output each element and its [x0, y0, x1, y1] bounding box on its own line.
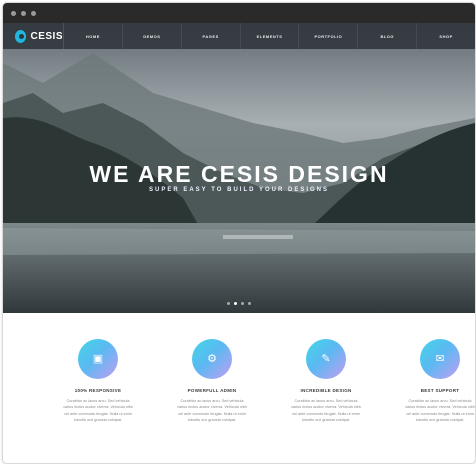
slider-dot[interactable] — [248, 302, 251, 305]
nav-item-portfolio[interactable]: PORTFOLIO — [298, 23, 357, 49]
slider-pagination — [3, 302, 475, 305]
nav-item-home[interactable]: HOME — [63, 23, 122, 49]
logo-icon — [15, 29, 27, 43]
window-dot-close[interactable] — [11, 10, 16, 16]
nav-menu: HOME DEMOS PAGES ELEMENTS PORTFOLIO BLOG… — [63, 23, 475, 49]
hero-slider: WE ARE CESIS DESIGN SUPER EASY TO BUILD … — [3, 23, 475, 313]
logo-text: CESIS — [30, 30, 63, 42]
gear-icon: ⚙ — [207, 352, 217, 365]
feature-icon-circle: ⚙ — [192, 339, 232, 379]
feature-title: POWERFULL ADMIN — [187, 388, 237, 393]
nav-item-demos[interactable]: DEMOS — [121, 23, 181, 49]
feature-icon-circle: ✎ — [306, 339, 346, 379]
hero-subtitle: SUPER EASY TO BUILD YOUR DESIGNS — [148, 187, 330, 193]
logo[interactable]: CESIS — [3, 23, 63, 49]
window-dot-maximize[interactable] — [31, 10, 36, 16]
hero-title: WE ARE CESIS DESIGN — [89, 161, 389, 187]
feature-title: 100% RESPONSIVE — [74, 388, 122, 393]
nav-item-shop[interactable]: SHOP — [416, 23, 475, 49]
nav-item-pages[interactable]: PAGES — [180, 23, 240, 49]
feature-icon-circle: ✉ — [420, 339, 460, 379]
slider-dot[interactable] — [241, 302, 244, 305]
design-icon: ✎ — [321, 352, 331, 365]
features-section: ▣ 100% RESPONSIVE Curabitur ac lacus arc… — [3, 321, 475, 424]
feature-card: ⚙ POWERFULL ADMIN Curabitur ac lacus arc… — [175, 321, 249, 424]
slider-dot-active[interactable] — [234, 302, 237, 305]
feature-text: Curabitur ac lacus arcu. Sed vehicula va… — [177, 399, 247, 423]
feature-card: ✎ INCREDIBLE DESIGN Curabitur ac lacus a… — [289, 321, 363, 424]
nav-item-blog[interactable]: BLOG — [357, 23, 416, 49]
feature-text: Curabitur ac lacus arcu. Sed vehicula va… — [63, 399, 133, 423]
top-navigation: CESIS HOME DEMOS PAGES ELEMENTS PORTFOLI… — [3, 23, 475, 49]
feature-title: BEST SUPPORT — [420, 388, 460, 393]
feature-card: ✉ BEST SUPPORT Curabitur ac lacus arcu. … — [403, 321, 475, 424]
chat-icon: ✉ — [435, 352, 445, 365]
feature-title: INCREDIBLE DESIGN — [300, 388, 352, 393]
slider-dot[interactable] — [227, 302, 230, 305]
feature-card: ▣ 100% RESPONSIVE Curabitur ac lacus arc… — [61, 321, 135, 424]
feature-icon-circle: ▣ — [78, 339, 118, 379]
window-chrome — [3, 3, 475, 23]
feature-text: Curabitur ac lacus arcu. Sed vehicula va… — [405, 399, 475, 423]
nav-item-elements[interactable]: ELEMENTS — [239, 23, 299, 49]
feature-text: Curabitur ac lacus arcu. Sed vehicula va… — [291, 399, 361, 423]
monitor-icon: ▣ — [92, 352, 104, 365]
browser-window: WE ARE CESIS DESIGN SUPER EASY TO BUILD … — [2, 2, 476, 464]
window-dot-minimize[interactable] — [21, 10, 26, 16]
